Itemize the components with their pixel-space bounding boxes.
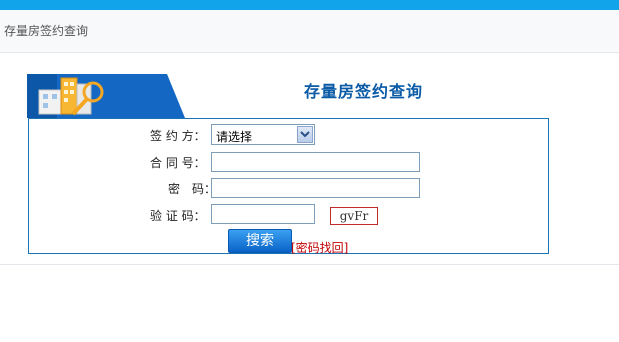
top-accent-bar (0, 0, 619, 10)
chevron-down-icon[interactable] (297, 126, 313, 143)
password-label: 密 码： (168, 182, 217, 196)
captcha-image[interactable]: gvFr (330, 207, 378, 225)
password-input[interactable] (211, 178, 420, 198)
page-title: 存量房签约查询 (304, 82, 424, 101)
signer-selected-value: 请选择 (216, 130, 253, 144)
search-form: 签 约 方： 请选择 合 同 号： 密 码： 验 证 码： gvFr 搜索 [密… (28, 118, 549, 256)
verify-code-label: 验 证 码： (150, 209, 206, 223)
divider (0, 264, 619, 265)
verify-code-input[interactable] (211, 204, 315, 224)
contract-label: 合 同 号： (150, 156, 206, 170)
breadcrumb-bar: 存量房签约查询 (0, 10, 619, 53)
search-button[interactable]: 搜索 (228, 229, 292, 253)
signer-select[interactable]: 请选择 (211, 124, 315, 145)
page-banner: 存量房签约查询 (27, 64, 549, 118)
breadcrumb: 存量房签约查询 (4, 24, 89, 38)
signer-label: 签 约 方： (150, 129, 206, 143)
house-magnifier-icon (27, 74, 185, 118)
password-recover-link[interactable]: [密码找回] (291, 239, 348, 256)
contract-number-input[interactable] (211, 152, 420, 172)
